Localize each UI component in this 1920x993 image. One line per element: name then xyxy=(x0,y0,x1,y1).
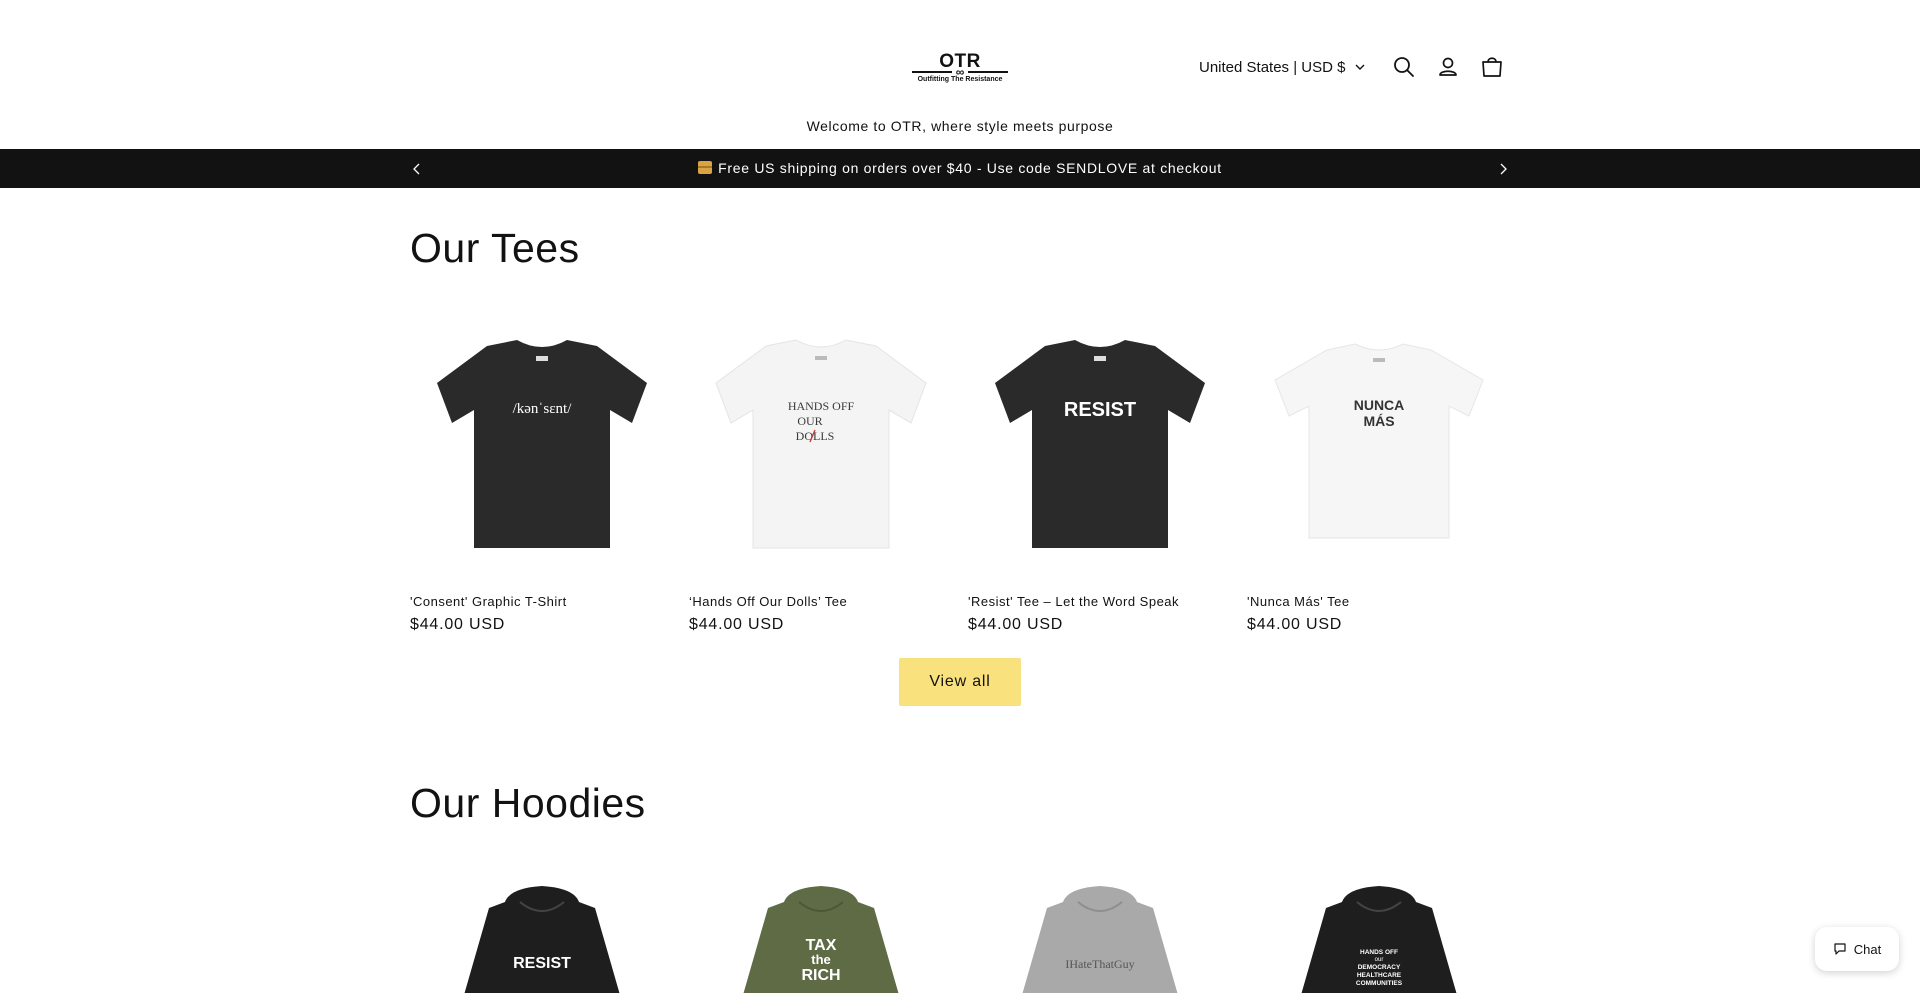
product-image[interactable]: /kənˈsɛnt/ xyxy=(410,324,674,564)
hoodie-print-line: the xyxy=(811,952,831,967)
hoodie-print-line: HEALTHCARE xyxy=(1357,972,1402,979)
product-price: $44.00 USD xyxy=(968,616,1064,633)
product-image[interactable]: RESIST xyxy=(968,324,1232,564)
product-title[interactable]: 'Nunca Más' Tee xyxy=(1247,594,1511,609)
product-price: $44.00 USD xyxy=(689,616,785,633)
logo-subtitle: Outfitting The Resistance xyxy=(917,76,1003,83)
view-all-button[interactable]: View all xyxy=(899,658,1021,706)
hoodie-print: RESIST xyxy=(513,955,571,972)
announcement-bar: Free US shipping on orders over $40 - Us… xyxy=(0,149,1920,188)
locale-label: United States | USD $ xyxy=(1199,58,1346,76)
product-title[interactable]: ‘Hands Off Our Dolls’ Tee xyxy=(689,594,953,609)
product-image[interactable]: HANDS OFF OUR DOLLS xyxy=(689,324,953,564)
hoodie-print: IHateThatGuy xyxy=(1065,957,1134,971)
hoodie-image[interactable]: TAX the RICH xyxy=(689,880,953,993)
product-price: $44.00 USD xyxy=(1247,616,1343,633)
account-icon[interactable] xyxy=(1435,54,1461,80)
tshirt-image: /kənˈsɛnt/ xyxy=(437,340,647,548)
cart-icon[interactable] xyxy=(1479,54,1505,80)
next-announcement-icon[interactable] xyxy=(1495,161,1511,177)
announcement-text: Free US shipping on orders over $40 - Us… xyxy=(718,160,1222,176)
product-card[interactable]: TAX the RICH xyxy=(689,880,953,993)
tees-section-title: Our Tees xyxy=(410,225,580,271)
hoodie-image[interactable]: IHateThatGuy xyxy=(968,880,1232,993)
site-header: OTR ∞ Outfitting The Resistance United S… xyxy=(0,0,1920,110)
country-currency-selector[interactable]: United States | USD $ xyxy=(1199,56,1366,78)
product-price: $44.00 USD xyxy=(410,616,506,633)
chat-label: Chat xyxy=(1853,941,1882,957)
site-logo[interactable]: OTR ∞ Outfitting The Resistance xyxy=(912,52,1008,86)
tshirt-image: RESIST xyxy=(995,340,1205,548)
hoodie-print-line: COMMUNITIES xyxy=(1356,980,1403,987)
hoodie-print-line: HANDS OFF xyxy=(1360,949,1398,956)
search-icon[interactable] xyxy=(1391,54,1417,80)
product-title[interactable]: 'Resist' Tee – Let the Word Speak xyxy=(968,594,1232,609)
announcement-message: Free US shipping on orders over $40 - Us… xyxy=(0,149,1920,188)
tshirt-print: RESIST xyxy=(1064,399,1136,421)
product-card[interactable]: HANDS OFF our DEMOCRACY HEALTHCARE COMMU… xyxy=(1247,880,1511,993)
hoodie-image[interactable]: RESIST xyxy=(410,880,674,993)
tshirt-image: NUNCA MÁS xyxy=(1274,343,1484,539)
hoodies-section-title: Our Hoodies xyxy=(410,780,646,826)
hoodie-print-line: our xyxy=(1375,957,1384,963)
tshirt-print-line: NUNCA xyxy=(1354,397,1405,413)
tshirt-image: HANDS OFF OUR DOLLS xyxy=(715,339,927,549)
product-title[interactable]: 'Consent' Graphic T-Shirt xyxy=(410,594,674,609)
chevron-down-icon xyxy=(1355,64,1365,70)
chat-button[interactable]: Chat xyxy=(1815,927,1899,971)
tshirt-print-line: MÁS xyxy=(1363,413,1394,429)
welcome-message: Welcome to OTR, where style meets purpos… xyxy=(806,118,1114,134)
product-card[interactable]: IHateThatGuy xyxy=(968,880,1232,993)
tshirt-print-line: OUR xyxy=(797,414,822,428)
tshirt-print-line: HANDS OFF xyxy=(788,399,855,413)
chat-bubble-icon xyxy=(1834,943,1846,955)
package-icon xyxy=(698,161,713,174)
hoodie-print-line: DEMOCRACY xyxy=(1358,964,1401,971)
tshirt-print: /kənˈsɛnt/ xyxy=(513,401,573,417)
hoodie-print-line: RICH xyxy=(801,967,840,984)
product-image[interactable]: NUNCA MÁS xyxy=(1247,324,1511,564)
hoodie-image[interactable]: HANDS OFF our DEMOCRACY HEALTHCARE COMMU… xyxy=(1247,880,1511,993)
product-card[interactable]: RESIST xyxy=(410,880,674,993)
